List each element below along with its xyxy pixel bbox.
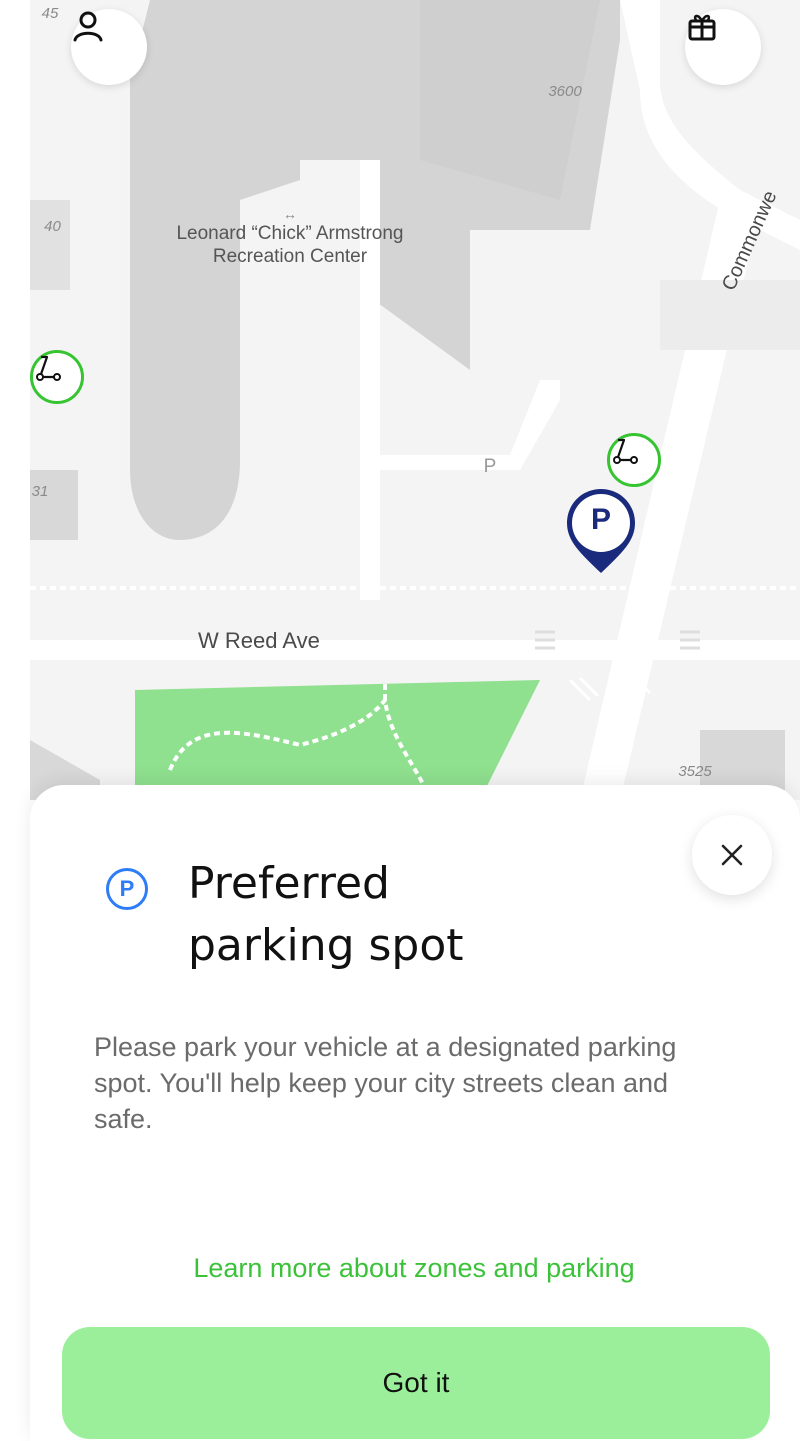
map-number-45: 45 [41, 5, 59, 22]
map-number-3525: 3525 [678, 763, 712, 780]
sheet-title-line2: parking spot [188, 920, 464, 971]
sheet-description: Please park your vehicle at a designated… [94, 1032, 677, 1134]
map-number-3600: 3600 [548, 83, 582, 100]
scooter-marker[interactable] [30, 350, 84, 404]
map-background [0, 0, 800, 800]
profile-button[interactable] [71, 9, 147, 85]
scooter-marker[interactable] [607, 433, 661, 487]
scooter-icon [36, 355, 61, 381]
info-sheet: P Preferred parking spot Please park you… [30, 785, 800, 1441]
close-icon [721, 844, 743, 866]
street-label-reed: W Reed Ave [198, 628, 320, 653]
map-place-line1: Leonard “Chick” Armstrong [176, 223, 404, 244]
map-place-line2: Recreation Center [212, 246, 368, 267]
gift-button[interactable] [685, 9, 761, 85]
map-view[interactable]: 45 3600 40 31 3525 ↔ Leonard “Chick” Arm… [0, 0, 800, 800]
learn-more-link[interactable]: Learn more about zones and parking [94, 1253, 734, 1284]
parking-pin[interactable]: P [562, 485, 640, 577]
sheet-title: Preferred parking spot [188, 853, 708, 977]
scooter-icon [613, 438, 638, 464]
parking-pin-letter: P [590, 503, 611, 536]
got-it-button[interactable]: Got it [62, 1327, 770, 1439]
sheet-title-line1: Preferred [188, 858, 390, 909]
person-icon [73, 11, 103, 42]
map-place-label: ↔ Leonard “Chick” Armstrong Recreation C… [140, 206, 440, 268]
gift-icon [688, 14, 716, 41]
parking-icon: P [106, 868, 148, 910]
map-parking-letter: P [483, 456, 497, 477]
map-number-40: 40 [44, 218, 61, 235]
map-number-31: 31 [31, 483, 49, 500]
